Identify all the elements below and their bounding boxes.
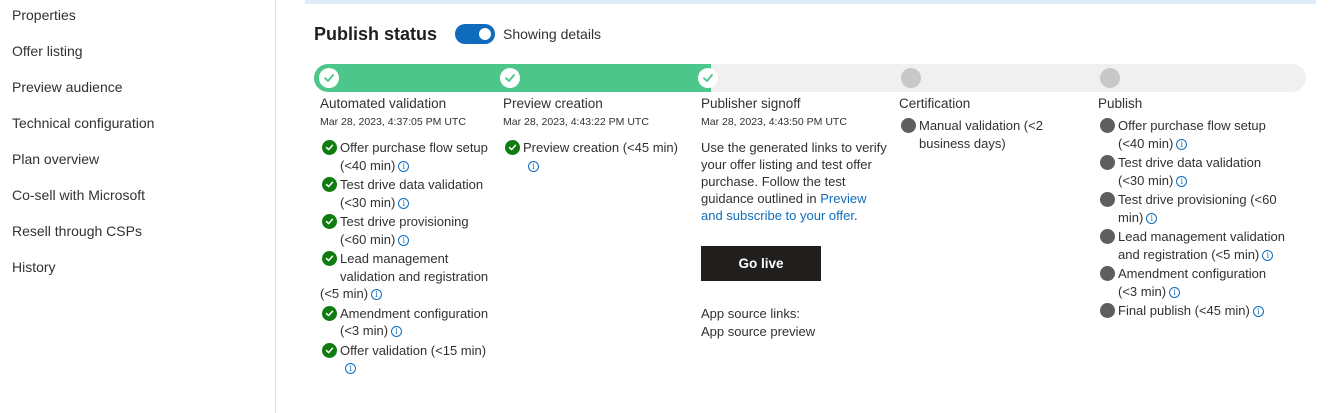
- task-item: Manual validation (<2 business days): [899, 117, 1089, 152]
- stage-automated-validation: Automated validation Mar 28, 2023, 4:37:…: [320, 95, 495, 377]
- toggle-knob: [479, 28, 491, 40]
- sidebar-item-co-sell[interactable]: Co-sell with Microsoft: [12, 186, 145, 204]
- pending-status-icon: [1100, 266, 1115, 281]
- info-icon[interactable]: i: [391, 326, 403, 337]
- stage-title: Publisher signoff: [701, 96, 801, 111]
- success-check-icon: [322, 305, 337, 321]
- stage-preview-creation: Preview creation Mar 28, 2023, 4:43:22 P…: [503, 95, 688, 174]
- info-icon[interactable]: i: [1146, 212, 1158, 224]
- task-item: Preview creation (<45 min) i: [503, 139, 688, 174]
- stage-publisher-signoff: Publisher signoff Mar 28, 2023, 4:43:50 …: [701, 95, 891, 224]
- task-item: Lead management validation and registrati…: [320, 251, 489, 301]
- top-banner: [305, 0, 1316, 4]
- info-icon[interactable]: i: [528, 160, 539, 172]
- task-item: Test drive provisioning (<60 min) i: [320, 213, 495, 248]
- success-check-icon: [322, 177, 337, 192]
- task-item: Final publish (<45 min) i: [1098, 302, 1298, 320]
- info-icon[interactable]: i: [398, 234, 410, 246]
- sidebar-item-preview-audience[interactable]: Preview audience: [12, 78, 123, 96]
- task-item: Lead management validation and registrati…: [1098, 228, 1298, 263]
- stage-1-check-icon: [319, 68, 339, 88]
- task-item: Test drive data validation (<30 min) i: [1098, 154, 1298, 189]
- task-item: Offer purchase flow setup (<40 min) i: [320, 139, 495, 174]
- info-icon[interactable]: i: [1176, 138, 1188, 150]
- info-icon[interactable]: i: [345, 363, 356, 374]
- info-icon[interactable]: i: [1252, 306, 1264, 317]
- stage-certification: Certification Manual validation (<2 busin…: [899, 95, 1089, 152]
- task-item: Amendment configuration (<3 min) i: [320, 305, 495, 340]
- stage-timestamp: Mar 28, 2023, 4:43:50 PM UTC: [701, 116, 847, 128]
- sidebar-item-offer-listing[interactable]: Offer listing: [12, 42, 83, 60]
- info-icon[interactable]: i: [1169, 286, 1181, 298]
- success-check-icon: [322, 214, 337, 229]
- toggle-label: Showing details: [503, 26, 602, 42]
- pending-status-icon: [1100, 192, 1115, 207]
- subscribe-offer-link[interactable]: and subscribe to your offer: [701, 208, 854, 223]
- app-source-preview-link[interactable]: App source preview: [701, 323, 815, 340]
- pending-status-icon: [1100, 155, 1115, 170]
- pending-status-icon: [1100, 118, 1115, 133]
- details-toggle[interactable]: [455, 24, 495, 44]
- signoff-instructions: Use the generated links to verify your o…: [701, 140, 887, 223]
- task-item: Test drive data validation (<30 min) i: [320, 176, 495, 211]
- stage-title: Publish: [1098, 96, 1143, 111]
- pending-status-icon: [1100, 229, 1115, 244]
- success-check-icon: [322, 140, 337, 155]
- pending-status-icon: [1100, 303, 1115, 318]
- sidebar-item-plan-overview[interactable]: Plan overview: [12, 150, 99, 168]
- info-icon[interactable]: i: [1262, 249, 1274, 261]
- preview-link[interactable]: Preview: [820, 191, 866, 206]
- info-icon[interactable]: i: [1176, 175, 1188, 187]
- task-item: Offer validation (<15 min) i: [320, 342, 495, 377]
- success-check-icon: [505, 140, 520, 155]
- app-source-links-heading: App source links:: [701, 306, 800, 321]
- sidebar-item-technical-configuration[interactable]: Technical configuration: [12, 114, 154, 132]
- stage-title: Certification: [899, 96, 971, 111]
- task-item: Test drive provisioning (<60 min) i: [1098, 191, 1298, 226]
- page-title: Publish status: [314, 24, 438, 44]
- sidebar: Properties Offer listing Preview audienc…: [0, 0, 276, 413]
- stage-5-pending-icon: [1100, 68, 1120, 88]
- info-icon[interactable]: i: [371, 289, 383, 300]
- stage-timestamp: Mar 28, 2023, 4:43:22 PM UTC: [503, 116, 649, 128]
- success-check-icon: [322, 342, 337, 358]
- success-check-icon: [322, 251, 337, 266]
- pending-status-icon: [901, 118, 916, 133]
- sidebar-item-history[interactable]: History: [12, 258, 56, 276]
- sidebar-item-resell-csps[interactable]: Resell through CSPs: [12, 222, 142, 240]
- stage-title: Automated validation: [320, 96, 447, 111]
- task-item: Offer purchase flow setup (<40 min) i: [1098, 117, 1298, 152]
- stage-title: Preview creation: [503, 96, 603, 111]
- stage-3-check-icon: [698, 68, 718, 88]
- task-item: Amendment configuration (<3 min) i: [1098, 265, 1298, 300]
- sidebar-item-properties[interactable]: Properties: [12, 6, 76, 24]
- go-live-button[interactable]: Go live: [701, 246, 821, 281]
- stage-publish: Publish Offer purchase flow setup (<40 mi…: [1098, 95, 1298, 320]
- stage-4-pending-icon: [901, 68, 921, 88]
- stage-2-check-icon: [500, 68, 520, 88]
- info-icon[interactable]: i: [398, 197, 410, 209]
- info-icon[interactable]: i: [398, 160, 410, 172]
- stage-timestamp: Mar 28, 2023, 4:37:05 PM UTC: [320, 116, 466, 128]
